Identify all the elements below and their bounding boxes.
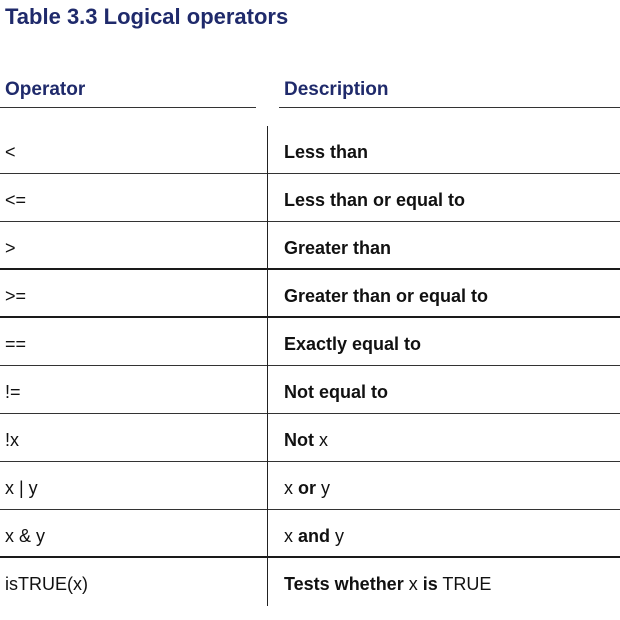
operator-cell: <=	[5, 190, 27, 210]
header-description: Description	[284, 79, 389, 100]
description-cell: Less than	[284, 142, 368, 163]
description-text: y	[316, 478, 331, 498]
header-operator: Operator	[5, 79, 86, 100]
description-cell: Exactly equal to	[284, 334, 421, 355]
operator-cell: <	[5, 142, 16, 162]
description-text: Greater than or equal to	[284, 286, 489, 306]
description-text: TRUE	[437, 574, 492, 594]
description-text: or	[298, 478, 317, 498]
description-text: Tests whether	[284, 574, 409, 594]
operator-cell: !=	[5, 382, 21, 402]
operator-cell: isTRUE(x)	[5, 574, 88, 594]
header-rule-operator	[0, 107, 256, 108]
column-divider	[267, 126, 268, 606]
table-row: x | y x or y	[0, 462, 620, 510]
description-text: Exactly equal to	[284, 334, 422, 354]
description-text: and	[298, 526, 331, 546]
operator-cell: !x	[5, 430, 20, 450]
description-text: Not	[284, 430, 319, 450]
description-text: Less than	[284, 142, 369, 162]
header-rule-description	[279, 107, 620, 108]
table-row: x & y x and y	[0, 510, 620, 558]
description-text: x	[284, 526, 299, 546]
description-cell: Less than or equal to	[284, 190, 465, 211]
table-row: != Not equal to	[0, 366, 620, 414]
description-cell: Greater than	[284, 238, 391, 259]
table-row: < Less than	[0, 126, 620, 174]
operator-cell: >	[5, 238, 16, 258]
operator-cell: ==	[5, 334, 27, 354]
description-cell: x or y	[284, 478, 330, 499]
description-text: x	[408, 574, 423, 594]
description-text: y	[330, 526, 345, 546]
description-cell: Not equal to	[284, 382, 388, 403]
operator-cell: x & y	[5, 526, 46, 546]
table-row: isTRUE(x) Tests whether x is TRUE	[0, 558, 620, 606]
table-row: <= Less than or equal to	[0, 174, 620, 222]
description-cell: Not x	[284, 430, 328, 451]
description-text: x	[284, 478, 299, 498]
description-cell: x and y	[284, 526, 344, 547]
table-row: == Exactly equal to	[0, 318, 620, 366]
description-text: is	[422, 574, 438, 594]
table-title: Table 3.3 Logical operators	[5, 4, 289, 29]
table-body: < Less than <= Less than or equal to > G…	[0, 126, 620, 606]
description-text: Less than or equal to	[284, 190, 466, 210]
description-cell: Greater than or equal to	[284, 286, 488, 307]
description-text: Not equal to	[284, 382, 388, 402]
description-text: x	[319, 430, 328, 450]
table-row: >= Greater than or equal to	[0, 270, 620, 318]
description-text: Greater than	[284, 238, 392, 258]
table-row: !x Not x	[0, 414, 620, 462]
description-cell: Tests whether x is TRUE	[284, 574, 491, 595]
operator-cell: x | y	[5, 478, 38, 498]
operator-cell: >=	[5, 286, 27, 306]
table-row: > Greater than	[0, 222, 620, 270]
